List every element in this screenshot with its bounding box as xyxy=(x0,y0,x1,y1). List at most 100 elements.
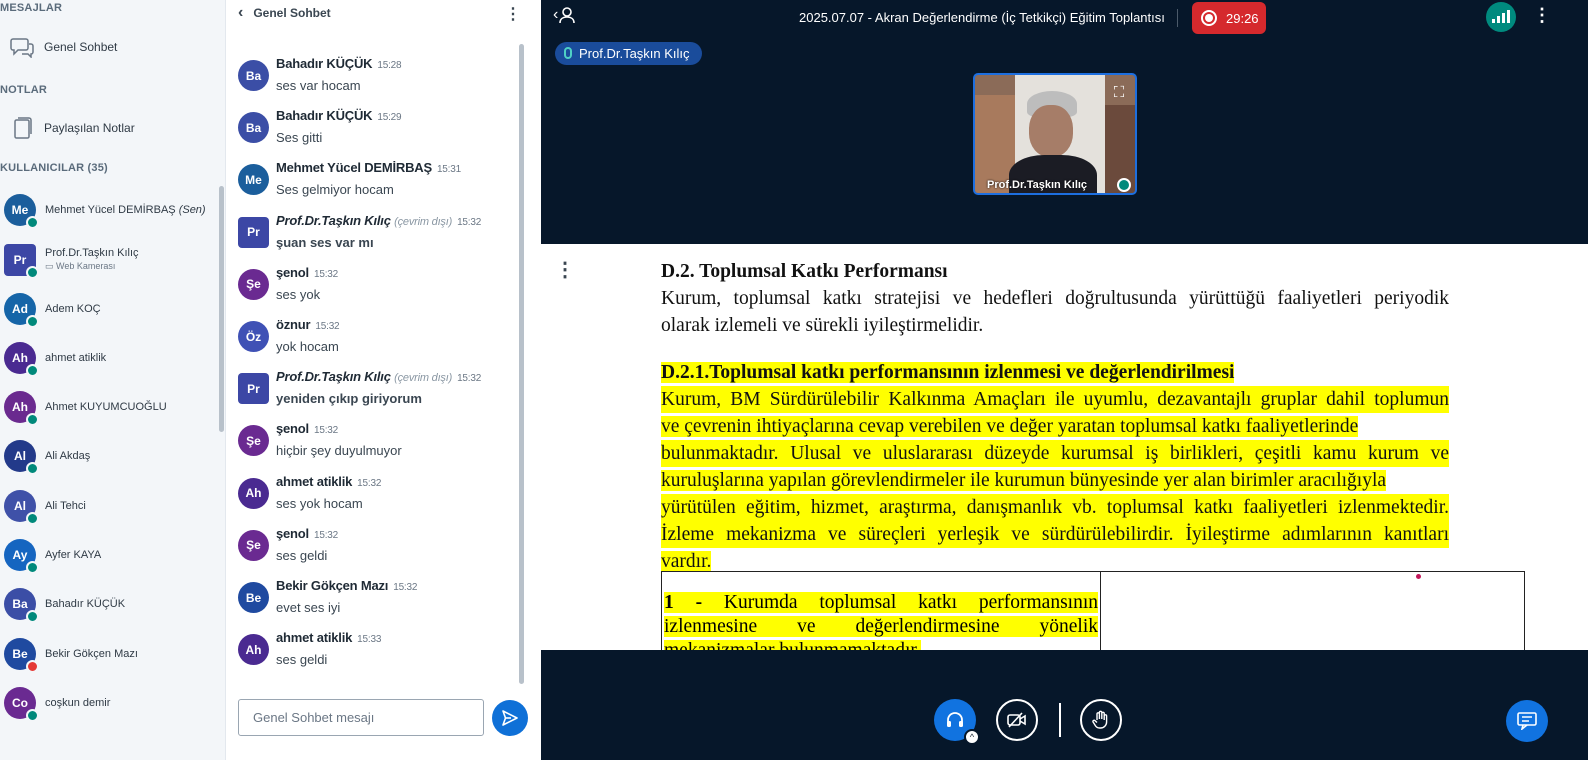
user-name: ahmet atiklik xyxy=(45,351,107,364)
chat-message: Şe şenol 15:32 hiçbir şey duyulmuyor xyxy=(238,421,523,473)
user-list-item[interactable]: Be Bekir Gökçen Mazı xyxy=(0,630,222,678)
avatar-initials: Be xyxy=(12,647,28,661)
avatar: Ba xyxy=(4,588,39,623)
connection-status-icon[interactable] xyxy=(1486,2,1516,32)
chat-toggle-button[interactable] xyxy=(1506,700,1548,742)
message-sender: ahmet atiklik 15:33 xyxy=(276,630,381,645)
fullscreen-icon[interactable]: ⛶ xyxy=(1109,83,1129,103)
slide-body-line: Kurum, BM Sürdürülebilir Kalkınma Amaçla… xyxy=(661,386,1449,413)
audio-button[interactable]: ^ xyxy=(934,699,980,745)
message-text: ses yok xyxy=(276,286,321,302)
send-button[interactable] xyxy=(492,700,528,736)
raise-hand-button[interactable] xyxy=(1080,699,1122,741)
user-list-item[interactable]: Ah ahmet atiklik xyxy=(0,334,222,382)
message-text: Ses gelmiyor hocam xyxy=(276,182,394,198)
options-menu-icon[interactable]: ⋮ xyxy=(1533,5,1551,26)
user-name: Bekir Gökçen Mazı xyxy=(45,647,138,660)
slide-body-line: ve çevrenin ihtiyaçlarına cevap verebile… xyxy=(661,416,1359,437)
user-list-item[interactable]: Ad Adem KOÇ xyxy=(0,285,222,333)
messages-header: MESAJLAR xyxy=(0,2,63,14)
user-name: coşkun demir xyxy=(45,696,111,709)
user-list-item[interactable]: Pr Prof.Dr.Taşkın Kılıç ▭ Web Kamerası xyxy=(0,236,222,284)
chat-message: Pr Prof.Dr.Taşkın Kılıç (çevrim dışı) 15:3… xyxy=(238,369,523,421)
sender-name: ahmet atiklik xyxy=(276,630,353,646)
avatar: Me xyxy=(4,194,39,229)
user-list-item[interactable]: Ah Ahmet KUYUMCUOĞLU xyxy=(0,383,222,431)
table-item-number: 1 - xyxy=(664,592,703,613)
offline-label: (çevrim dışı) xyxy=(394,372,453,385)
avatar: Ah xyxy=(4,391,39,426)
table-line: izlenmesine ve değerlendirmesine yönelik xyxy=(664,616,1098,637)
microphone-icon xyxy=(26,561,39,574)
notes-icon xyxy=(0,116,44,140)
sender-name: Bekir Gökçen Mazı xyxy=(276,578,389,593)
avatar: Ay xyxy=(4,539,39,574)
avatar: Be xyxy=(4,638,39,673)
chat-message: Ba Bahadır KÜÇÜK 15:28 ses var hocam xyxy=(238,56,523,108)
message-time: 15:32 xyxy=(457,216,482,228)
user-list-item[interactable]: Co coşkun demir xyxy=(0,679,222,727)
user-name: Bahadır KÜÇÜK xyxy=(45,597,126,610)
message-sender: şenol 15:32 xyxy=(276,265,338,280)
notes-header: NOTLAR xyxy=(0,84,48,96)
presentation-slide: ⋮ D.2. Toplumsal Katkı Performansı Kurum… xyxy=(541,244,1588,650)
slide-body-line: kuruluşlarına yapılan görevlendirmeler i… xyxy=(661,470,1387,491)
chat-input[interactable]: Genel Sohbet mesajı xyxy=(238,699,484,736)
avatar: Ah xyxy=(4,342,39,377)
presentation-options-icon[interactable]: ⋮ xyxy=(541,250,589,290)
slide-table-cell: 1 - Kurumda toplumsal katkı performansın… xyxy=(662,572,1101,650)
presentation-area: ‹ 2025.07.07 - Akran Değerlendirme (İç T… xyxy=(541,0,1588,760)
user-list-item[interactable]: Al Ali Tehci xyxy=(0,482,222,530)
button-divider xyxy=(1059,703,1061,737)
microphone-icon xyxy=(26,266,39,279)
sender-name: öznur xyxy=(276,317,311,332)
user-list-scrollbar[interactable] xyxy=(219,186,224,432)
chat-message: Pr Prof.Dr.Taşkın Kılıç (çevrim dışı) 15:3… xyxy=(238,213,523,265)
camera-button[interactable] xyxy=(996,699,1038,741)
talker-name: Prof.Dr.Taşkın Kılıç xyxy=(579,46,690,61)
user-list-item[interactable]: Ba Bahadır KÜÇÜK xyxy=(0,580,222,628)
webcam-tile[interactable]: ⛶ Prof.Dr.Taşkın Kılıç xyxy=(973,73,1137,195)
message-sender: Prof.Dr.Taşkın Kılıç (çevrim dışı) 15:32 xyxy=(276,213,481,228)
chat-scrollbar[interactable] xyxy=(519,44,524,684)
message-sender: Bahadır KÜÇÜK 15:28 xyxy=(276,56,402,71)
microphone-icon xyxy=(26,610,39,623)
message-text: yeniden çıkıp giriyorum xyxy=(276,391,422,407)
sender-name: Bahadır KÜÇÜK xyxy=(276,56,373,71)
public-chat-item[interactable]: Genel Sohbet xyxy=(0,30,222,64)
user-list-item[interactable]: Me Mehmet Yücel DEMİRBAŞ (Sen) xyxy=(0,186,222,234)
message-sender: Prof.Dr.Taşkın Kılıç (çevrim dışı) 15:32 xyxy=(276,369,481,384)
sender-name: şenol xyxy=(276,421,309,437)
chat-title: Genel Sohbet xyxy=(253,6,331,20)
message-time: 15:32 xyxy=(315,321,340,332)
user-list-toggle[interactable]: ‹ xyxy=(553,6,576,24)
slide-table: 1 - Kurumda toplumsal katkı performansın… xyxy=(661,571,1525,650)
table-line: mekanizmalar bulunmamaktadır. xyxy=(664,640,921,650)
shared-notes-item[interactable]: Paylaşılan Notlar xyxy=(0,111,222,145)
chat-message: Öz öznur 15:32 yok hocam xyxy=(238,317,523,369)
message-sender: Mehmet Yücel DEMİRBAŞ 15:31 xyxy=(276,160,461,175)
slide-subheading: D.2.1.Toplumsal katkı performansının izl… xyxy=(661,362,1235,383)
recording-indicator[interactable]: 29:26 xyxy=(1192,2,1266,34)
recording-timer: 29:26 xyxy=(1226,10,1259,26)
message-time: 15:31 xyxy=(436,164,461,176)
chevron-up-icon[interactable]: ^ xyxy=(964,729,980,745)
microphone-icon xyxy=(26,364,39,377)
message-text: evet ses iyi xyxy=(276,600,341,615)
send-icon xyxy=(502,710,518,726)
avatar-initials: Pr xyxy=(247,381,260,396)
user-name: Mehmet Yücel DEMİRBAŞ xyxy=(45,203,176,216)
chat-message: Me Mehmet Yücel DEMİRBAŞ 15:31 Ses gelmiyor… xyxy=(238,160,523,212)
message-time: 15:32 xyxy=(313,425,338,437)
slide-body-line: yürütülen eğitim, hizmet, araştırma, dan… xyxy=(661,494,1449,521)
microphone-icon xyxy=(564,47,572,59)
user-list-item[interactable]: Ay Ayfer KAYA xyxy=(0,531,222,579)
microphone-icon xyxy=(26,709,39,722)
record-icon xyxy=(1201,10,1217,26)
user-name: Ali Akdaş xyxy=(45,449,91,462)
sender-name: Mehmet Yücel DEMİRBAŞ xyxy=(276,160,432,176)
user-list-item[interactable]: Al Ali Akdaş xyxy=(0,432,222,480)
chat-options-icon[interactable]: ⋮ xyxy=(505,4,521,24)
chevron-left-icon[interactable]: ‹ xyxy=(238,4,243,22)
avatar: Şe xyxy=(238,425,269,457)
